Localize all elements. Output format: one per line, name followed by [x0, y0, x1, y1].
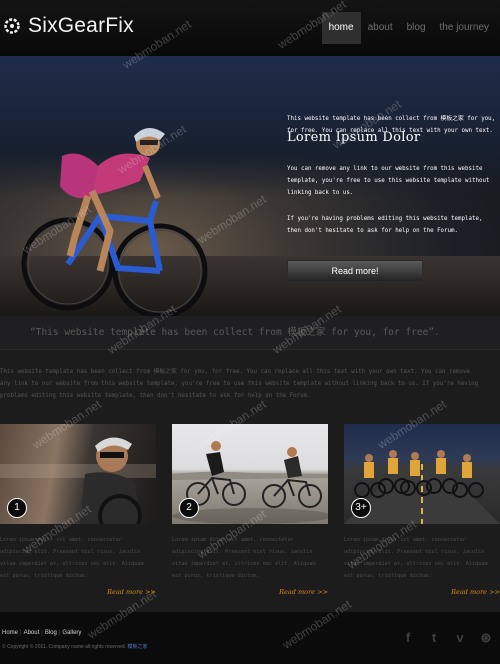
card-read-more-3[interactable]: Read more >>: [344, 588, 500, 596]
feature-card-2: 2 Lorem ipsum dolor sit amet, consectetu…: [172, 424, 328, 596]
logo-text: SixGearFix: [28, 14, 134, 37]
footer-link-blog[interactable]: Blog: [45, 630, 57, 636]
vimeo-icon[interactable]: v: [452, 630, 468, 646]
site-footer: Home | About | Blog | Gallery © Copyright © 20…: [0, 612, 500, 664]
card-read-more-1[interactable]: Read more >>: [0, 588, 156, 596]
nav-home[interactable]: home: [321, 12, 361, 44]
footer-copyright: © Copyright © 2011. Company name all rig…: [2, 643, 147, 650]
footer-link-about[interactable]: About: [24, 630, 40, 636]
feature-card-1: 1 Lorem ipsum dolor sit amet, consectetu…: [0, 424, 156, 596]
intro-line-3: problems editing this website template, …: [0, 393, 311, 399]
site-header: SixGearFix home about blog the journey: [0, 0, 500, 56]
card-image-1[interactable]: 1: [0, 424, 156, 524]
card-image-3[interactable]: 3+: [344, 424, 500, 524]
footer-link-gallery[interactable]: Gallery: [62, 630, 81, 636]
nav-about[interactable]: about: [361, 12, 400, 44]
intro-line-2: any link to our website from this websit…: [0, 381, 479, 387]
main-nav: home about blog the journey: [321, 12, 496, 44]
hero-paragraph-2: You can remove any link to our website f…: [287, 166, 490, 196]
logo[interactable]: SixGearFix: [4, 14, 134, 38]
nav-the-journey[interactable]: the journey: [433, 12, 496, 44]
card-number-badge-3: 3+: [351, 498, 371, 518]
copyright-link[interactable]: 模板之家: [127, 644, 147, 650]
intro-text: This website template has been collect f…: [0, 366, 500, 402]
gear-logo-icon: [4, 18, 20, 34]
feature-card-3: 3+ Lorem ipsum dolor sit amet, consectet…: [344, 424, 500, 596]
nav-blog[interactable]: blog: [400, 12, 433, 44]
card-number-badge-2: 2: [179, 498, 199, 518]
facebook-icon[interactable]: f: [400, 630, 416, 646]
hero-paragraph-3: If you're having problems editing this w…: [287, 216, 483, 234]
hero-paragraph-1: This website template has been collect f…: [287, 116, 496, 134]
card-text-1: Lorem ipsum dolor sit amet, consectetur …: [0, 537, 144, 579]
card-image-2[interactable]: 2: [172, 424, 328, 524]
social-links: f t v ⊛: [400, 630, 494, 646]
card-text-3: Lorem ipsum dolor sit amet, consectetur …: [344, 537, 488, 579]
footer-link-home[interactable]: Home: [2, 630, 18, 636]
intro-line-1: This website template has been collect f…: [0, 369, 470, 375]
card-read-more-2[interactable]: Read more >>: [172, 588, 328, 596]
copyright-text: © Copyright © 2011. Company name all rig…: [2, 644, 126, 650]
rss-icon[interactable]: ⊛: [478, 630, 494, 646]
twitter-icon[interactable]: t: [426, 630, 442, 646]
card-text-2: Lorem ipsum dolor sit amet, consectetur …: [172, 537, 316, 579]
quote-bar: “This website template has been collect …: [0, 316, 500, 350]
hero-cyclist-image: [21, 127, 208, 316]
card-number-badge-1: 1: [7, 498, 27, 518]
read-more-button[interactable]: Read more!: [287, 260, 423, 282]
footer-links: Home | About | Blog | Gallery: [2, 630, 82, 636]
